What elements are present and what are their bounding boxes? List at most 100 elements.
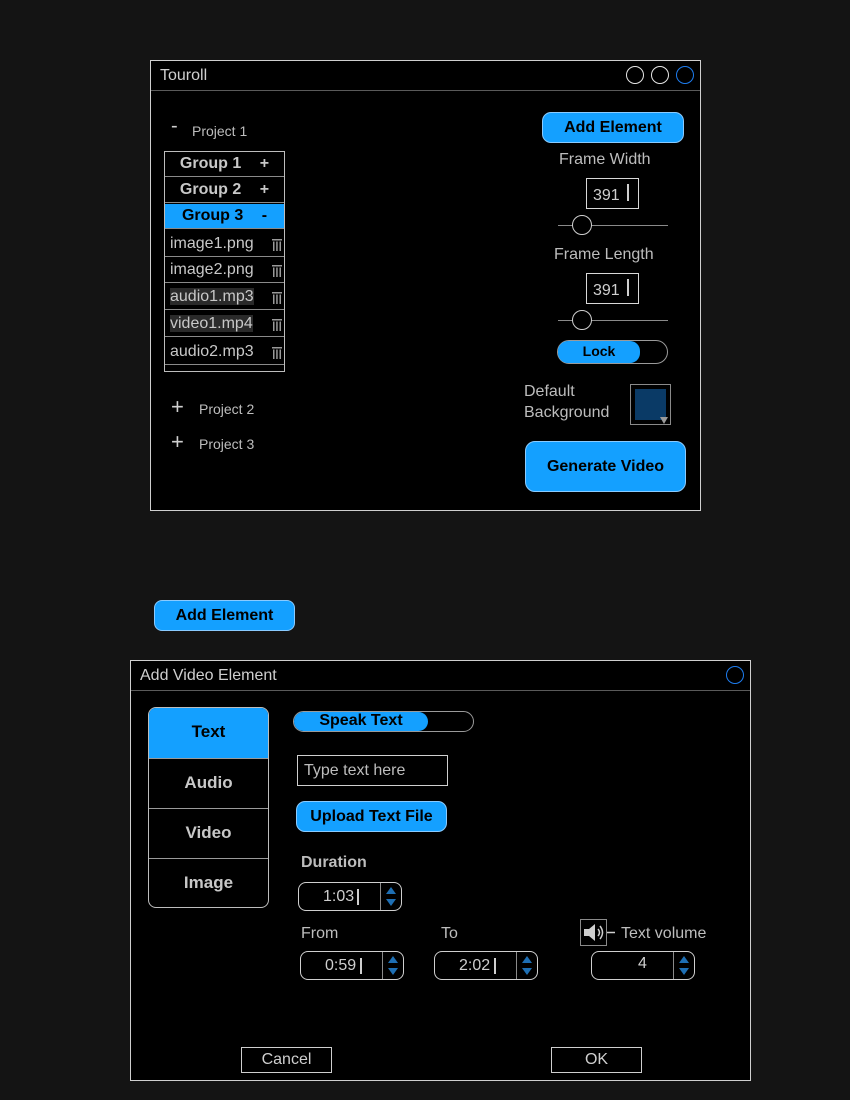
group-1-row[interactable]: Group 1 +	[165, 152, 284, 177]
tab-video[interactable]: Video	[149, 808, 268, 858]
tab-audio[interactable]: Audio	[149, 758, 268, 808]
project-2-expand-toggle[interactable]: +	[171, 394, 184, 420]
file-name: video1.mp4	[170, 315, 253, 332]
decrement-arrow-icon[interactable]	[388, 968, 398, 975]
cancel-button[interactable]: Cancel	[241, 1047, 332, 1073]
lock-toggle[interactable]: Lock	[557, 340, 668, 364]
group-1-expand-icon[interactable]: +	[260, 155, 269, 172]
project-3-label[interactable]: Project 3	[199, 436, 254, 452]
tab-text-label: Text	[191, 722, 226, 741]
file-name: audio1.mp3	[170, 288, 254, 305]
tab-image-label: Image	[183, 873, 234, 892]
frame-width-input[interactable]: 391	[586, 178, 639, 209]
file-row[interactable]: image1.png	[165, 232, 284, 257]
increment-arrow-icon[interactable]	[522, 956, 532, 963]
dialog-close-button[interactable]	[726, 666, 744, 684]
duration-value: 1:03	[323, 888, 355, 905]
project-1-collapse-toggle[interactable]: -	[171, 115, 178, 138]
maximize-button[interactable]	[651, 66, 669, 84]
trash-icon[interactable]	[272, 292, 282, 304]
from-label: From	[301, 925, 339, 942]
default-background-label-line-1: Default	[524, 383, 575, 400]
generate-video-button[interactable]: Generate Video	[525, 441, 686, 492]
frame-width-label: Frame Width	[559, 151, 651, 168]
frame-width-value: 391	[593, 187, 620, 204]
add-element-button-standalone[interactable]: Add Element	[154, 600, 295, 631]
dialog-title-bar: Add Video Element	[131, 661, 750, 691]
file-row[interactable]: video1.mp4	[165, 312, 284, 337]
project-2-label[interactable]: Project 2	[199, 401, 254, 417]
text-volume-label: Text volume	[621, 925, 707, 942]
text-cursor	[627, 184, 629, 201]
project-tree: Group 1 + Group 2 + Group 3 - image1.png…	[164, 151, 285, 372]
duration-stepper-arrows	[380, 883, 401, 910]
trash-icon[interactable]	[272, 265, 282, 277]
file-name: image1.png	[170, 235, 254, 252]
from-stepper[interactable]: 0:59	[300, 951, 404, 980]
file-row[interactable]: audio1.mp3	[165, 285, 284, 310]
minimize-button[interactable]	[626, 66, 644, 84]
background-color-swatch	[635, 389, 666, 420]
text-cursor	[494, 958, 496, 974]
file-name: audio2.mp3	[170, 343, 254, 360]
dialog-title: Add Video Element	[140, 667, 277, 684]
ok-button[interactable]: OK	[551, 1047, 642, 1073]
background-color-picker[interactable]	[630, 384, 671, 425]
speak-text-toggle[interactable]: Speak Text	[293, 711, 474, 732]
add-element-button[interactable]: Add Element	[542, 112, 684, 143]
frame-length-value: 391	[593, 282, 620, 299]
add-video-element-dialog: Add Video Element Text Audio Video Image…	[130, 660, 751, 1081]
file-row[interactable]: image2.png	[165, 258, 284, 283]
group-3-row[interactable]: Group 3 -	[165, 204, 284, 229]
group-3-collapse-icon[interactable]: -	[262, 207, 267, 224]
tab-image[interactable]: Image	[149, 858, 268, 907]
speak-text-toggle-fill: Speak Text	[294, 712, 428, 731]
duration-label: Duration	[301, 854, 367, 871]
text-input[interactable]	[297, 755, 448, 786]
element-type-tabs: Text Audio Video Image	[148, 707, 269, 908]
dropdown-arrow-icon	[660, 417, 668, 424]
speaker-icon[interactable]	[580, 919, 616, 946]
to-stepper[interactable]: 2:02	[434, 951, 538, 980]
increment-arrow-icon[interactable]	[679, 956, 689, 963]
group-2-label: Group 2	[179, 181, 242, 198]
trash-icon[interactable]	[272, 319, 282, 331]
duration-stepper[interactable]: 1:03	[298, 882, 402, 911]
project-1-label[interactable]: Project 1	[192, 123, 247, 139]
tab-audio-label: Audio	[184, 773, 233, 792]
to-value: 2:02	[459, 957, 491, 974]
frame-length-label: Frame Length	[554, 246, 654, 263]
title-bar: Touroll	[151, 61, 700, 91]
default-background-label-line-2: Background	[524, 404, 610, 421]
to-stepper-arrows	[516, 952, 537, 979]
volume-stepper-arrows	[673, 952, 694, 979]
increment-arrow-icon[interactable]	[386, 887, 396, 894]
trash-icon[interactable]	[272, 347, 282, 359]
file-row[interactable]: audio2.mp3	[165, 340, 284, 365]
tab-text[interactable]: Text	[149, 708, 268, 758]
frame-width-slider-handle[interactable]	[572, 215, 592, 235]
increment-arrow-icon[interactable]	[388, 956, 398, 963]
main-window: Touroll - Project 1 Group 1 + Group 2 + …	[150, 60, 701, 511]
text-cursor	[627, 279, 629, 296]
frame-length-input[interactable]: 391	[586, 273, 639, 304]
group-2-row[interactable]: Group 2 +	[165, 178, 284, 203]
from-stepper-arrows	[382, 952, 403, 979]
volume-stepper[interactable]: 4	[591, 951, 695, 980]
upload-text-file-button[interactable]: Upload Text File	[296, 801, 447, 832]
lock-toggle-fill: Lock	[558, 341, 640, 363]
group-2-expand-icon[interactable]: +	[260, 181, 269, 198]
decrement-arrow-icon[interactable]	[522, 968, 532, 975]
text-cursor	[360, 958, 362, 974]
from-value: 0:59	[325, 957, 357, 974]
project-3-expand-toggle[interactable]: +	[171, 429, 184, 455]
window-title: Touroll	[160, 67, 208, 84]
file-name: image2.png	[170, 261, 254, 278]
decrement-arrow-icon[interactable]	[679, 968, 689, 975]
lock-label: Lock	[582, 343, 616, 359]
close-button[interactable]	[676, 66, 694, 84]
trash-icon[interactable]	[272, 239, 282, 251]
decrement-arrow-icon[interactable]	[386, 899, 396, 906]
group-3-label: Group 3	[181, 207, 244, 224]
frame-length-slider-handle[interactable]	[572, 310, 592, 330]
